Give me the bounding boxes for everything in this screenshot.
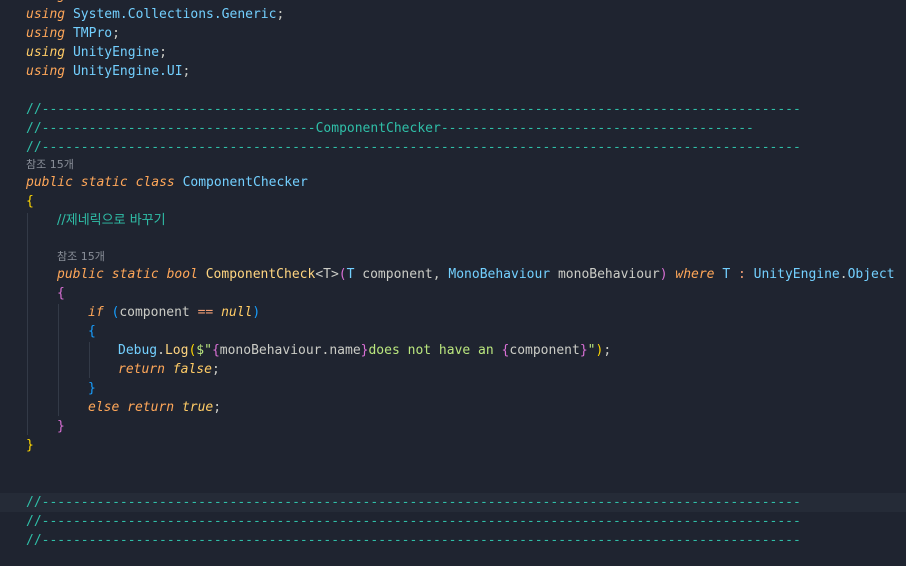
code-line-using-unityengine[interactable]: using UnityEngine; [26,43,167,62]
method-name: ComponentCheck [205,267,316,282]
keyword-using: using [26,26,66,41]
comment-divider[interactable]: //--------------------------------------… [26,531,801,550]
code-line-class-declaration[interactable]: public static class ComponentChecker [26,173,308,192]
brace-close-method[interactable]: } [57,417,65,436]
comment-divider[interactable]: //--------------------------------------… [26,512,801,531]
namespace: UnityEngine.UI [72,64,183,79]
brace-close-if[interactable]: } [88,379,96,398]
code-line-using-tmpro[interactable]: using TMPro; [26,24,120,43]
code-line-method-declaration[interactable]: public static bool ComponentCheck<T>(T c… [57,265,895,284]
indent-guide [89,342,90,378]
codelens-references-class[interactable]: 참조 15개 [26,157,74,173]
code-line-debug-log[interactable]: Debug.Log($"{monoBehaviour.name}does not… [118,341,611,360]
brace-close-class[interactable]: } [26,436,34,455]
brace-open-class[interactable]: { [26,192,34,211]
indent-guide [58,304,59,416]
indent-guide [27,213,28,435]
brace-open-if[interactable]: { [88,322,96,341]
codelens-references-method[interactable]: 참조 15개 [57,249,105,265]
namespace: UnityEngine [72,45,160,60]
brace-open-method[interactable]: { [57,284,65,303]
code-line-return-false[interactable]: return false; [118,360,220,379]
class-name: ComponentChecker [182,175,308,190]
code-line-if[interactable]: if (component == null) [88,303,260,322]
namespace: System.Collections.Generic [72,7,277,22]
keyword-using: using [26,7,66,22]
code-editor[interactable]: using using System.Collections.Generic; … [0,0,906,566]
comment-divider[interactable]: //--------------------------------------… [26,493,801,512]
comment-korean[interactable]: //제네릭으로 바꾸기 [57,211,166,230]
comment-divider[interactable]: //--------------------------------------… [26,138,801,157]
code-line-else[interactable]: else return true; [88,398,221,417]
keyword-using: using [26,64,66,79]
comment-divider-title[interactable]: //-----------------------------------Com… [26,119,754,138]
namespace: TMPro [72,26,113,41]
code-line-using-collections[interactable]: using System.Collections.Generic; [26,5,284,24]
comment-divider[interactable]: //--------------------------------------… [26,100,801,119]
code-line-using-unityengine-ui[interactable]: using UnityEngine.UI; [26,62,190,81]
keyword-using: using [26,45,66,60]
